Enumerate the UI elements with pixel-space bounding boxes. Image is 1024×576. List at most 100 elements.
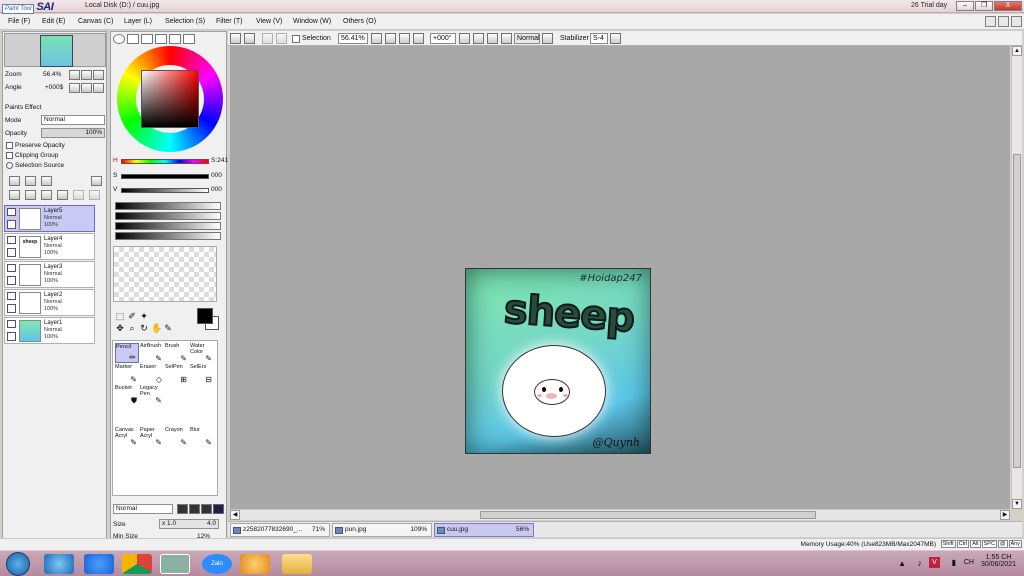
mdi-close-button[interactable] bbox=[1011, 16, 1022, 27]
transfer-down-icon[interactable] bbox=[9, 190, 20, 200]
language-indicator[interactable]: CH bbox=[964, 559, 974, 566]
layer-options-icon[interactable] bbox=[91, 176, 102, 186]
brush-paper-acryl[interactable]: Paper Acryl ✎ bbox=[140, 427, 164, 447]
color-wheel-tab-icon[interactable] bbox=[113, 34, 125, 44]
menu-selection[interactable]: Selection (S) bbox=[165, 18, 205, 25]
intermediate-color-bar[interactable] bbox=[115, 232, 221, 240]
vivaldi-tray-icon[interactable]: V bbox=[929, 557, 940, 568]
brush-shape-4-icon[interactable] bbox=[213, 504, 224, 514]
document-tab-active[interactable]: cuu.jpg 56% bbox=[434, 523, 534, 537]
invert-selection-icon[interactable] bbox=[276, 33, 287, 44]
document-tab[interactable]: pun.jpg 109% bbox=[332, 523, 432, 537]
zoom-reset-button[interactable] bbox=[93, 70, 104, 80]
menu-view[interactable]: View (V) bbox=[256, 18, 282, 25]
new-layer-icon[interactable] bbox=[9, 176, 20, 186]
saturation-slider[interactable] bbox=[121, 174, 209, 179]
file-explorer-icon[interactable] bbox=[282, 554, 312, 574]
layer-item[interactable]: Layer2 Normal 100% bbox=[4, 289, 95, 316]
clear-layer-icon[interactable] bbox=[41, 190, 52, 200]
brush-selers[interactable]: SelErs ⊟ bbox=[190, 364, 214, 384]
brush-shape-3-icon[interactable] bbox=[201, 504, 212, 514]
layer-lock-icon[interactable] bbox=[7, 332, 16, 341]
zoom-out-button[interactable] bbox=[69, 70, 80, 80]
hsv-slider-tab-icon[interactable] bbox=[141, 34, 153, 44]
rect-select-icon[interactable]: ⬚ bbox=[115, 311, 125, 321]
zoom-app-icon[interactable] bbox=[84, 554, 114, 574]
brush-crayon[interactable]: Crayon ✎ bbox=[165, 427, 189, 447]
intermediate-color-bar[interactable] bbox=[115, 212, 221, 220]
layer-item[interactable]: Layer5 Normal 100% bbox=[4, 205, 95, 232]
blend-options-icon[interactable] bbox=[542, 33, 553, 44]
preserve-opacity-checkbox[interactable]: Preserve Opacity bbox=[6, 142, 65, 149]
stabilizer-select[interactable]: S-4 bbox=[590, 33, 608, 44]
new-folder-icon[interactable] bbox=[41, 176, 52, 186]
rotate-reset-button[interactable] bbox=[93, 83, 104, 93]
mdi-restore-button[interactable] bbox=[998, 16, 1009, 27]
zoom-fit-icon[interactable] bbox=[399, 33, 410, 44]
stabilizer-dropdown-icon[interactable] bbox=[610, 33, 621, 44]
redo-icon[interactable] bbox=[244, 33, 255, 44]
layer-lock-icon[interactable] bbox=[7, 304, 16, 313]
rotate-icon[interactable]: ↻ bbox=[139, 323, 149, 333]
rotate-left-icon[interactable] bbox=[459, 33, 470, 44]
visibility-eye-icon[interactable] bbox=[7, 264, 16, 272]
apply-mask-icon[interactable] bbox=[89, 190, 100, 200]
rotation-field[interactable]: +000° bbox=[430, 33, 456, 44]
brush-legacy-pen[interactable]: Legacy Pen ✎ bbox=[140, 385, 164, 405]
chrome-icon[interactable] bbox=[122, 554, 152, 574]
navigator-thumbnail[interactable] bbox=[4, 33, 106, 67]
menu-others[interactable]: Others (O) bbox=[343, 18, 376, 25]
paint-icon[interactable] bbox=[240, 554, 270, 574]
scratchpad[interactable] bbox=[113, 246, 217, 302]
scroll-up-icon[interactable]: ▲ bbox=[1012, 46, 1022, 56]
selection-checkbox[interactable] bbox=[292, 35, 300, 43]
canvas-area[interactable]: #Hoidap247 sheep @Quynh bbox=[230, 46, 1010, 509]
rotate-right-icon[interactable] bbox=[473, 33, 484, 44]
size-slider[interactable]: x 1.0 4.0 bbox=[159, 519, 219, 529]
minimize-button[interactable]: – bbox=[956, 1, 974, 11]
intermediate-color-bar[interactable] bbox=[115, 222, 221, 230]
menu-window[interactable]: Window (W) bbox=[293, 18, 331, 25]
system-clock[interactable]: 1:55 CH 30/06/2021 bbox=[981, 554, 1016, 568]
color-mixer-tab-icon[interactable] bbox=[155, 34, 167, 44]
zoom-out-icon[interactable] bbox=[371, 33, 382, 44]
maximize-button[interactable]: ❐ bbox=[975, 1, 993, 11]
horizontal-scroll-thumb[interactable] bbox=[480, 511, 816, 519]
paint-tool-sai-icon[interactable] bbox=[160, 554, 190, 574]
brush-blend-select[interactable]: Normal bbox=[113, 504, 173, 514]
volume-icon[interactable]: ♪ bbox=[918, 558, 923, 568]
merge-down-icon[interactable] bbox=[25, 190, 36, 200]
hue-slider-row[interactable]: H S:241 bbox=[113, 157, 228, 166]
hand-icon[interactable]: ✋ bbox=[151, 323, 162, 333]
menu-canvas[interactable]: Canvas (C) bbox=[78, 18, 113, 25]
vertical-scroll-thumb[interactable] bbox=[1013, 154, 1021, 468]
layer-item[interactable]: sheep Layer4 Normal 100% bbox=[4, 233, 95, 260]
mdi-minimize-button[interactable] bbox=[985, 16, 996, 27]
menu-filter[interactable]: Filter (T) bbox=[216, 18, 242, 25]
saturation-value-box[interactable] bbox=[141, 70, 199, 128]
zoom-icon[interactable]: ⌕ bbox=[127, 323, 137, 333]
opacity-slider[interactable]: 100% bbox=[41, 128, 105, 138]
scroll-right-icon[interactable]: ▶ bbox=[1000, 510, 1010, 520]
brush-eraser[interactable]: Eraser ◇ bbox=[140, 364, 164, 384]
zalo-icon[interactable]: Zalo bbox=[202, 554, 232, 574]
layer-lock-icon[interactable] bbox=[7, 220, 16, 229]
foreground-color-swatch[interactable] bbox=[197, 308, 213, 324]
brush-blur[interactable]: Blur ✎ bbox=[190, 427, 214, 447]
rotate-reset-icon[interactable] bbox=[487, 33, 498, 44]
zoom-reset-icon[interactable] bbox=[413, 33, 424, 44]
value-slider-row[interactable]: V 000 bbox=[113, 186, 225, 195]
brush-canvas-acryl[interactable]: Canvas Acryl ✎ bbox=[115, 427, 139, 447]
zoom-in-icon[interactable] bbox=[385, 33, 396, 44]
clipping-group-checkbox[interactable]: Clipping Group bbox=[6, 152, 58, 159]
close-button[interactable]: X bbox=[994, 1, 1022, 11]
brush-shape-2-icon[interactable] bbox=[189, 504, 200, 514]
selection-source-checkbox[interactable]: Selection Source bbox=[6, 162, 64, 169]
tray-arrow-icon[interactable]: ▲ bbox=[898, 559, 906, 568]
swatches-tab-icon[interactable] bbox=[169, 34, 181, 44]
document-tab[interactable]: z2582077832690_... 71% bbox=[230, 523, 330, 537]
rgb-slider-tab-icon[interactable] bbox=[127, 34, 139, 44]
network-icon[interactable]: ▮ bbox=[952, 558, 956, 567]
delete-layer-icon[interactable] bbox=[57, 190, 68, 200]
artwork-canvas[interactable]: #Hoidap247 sheep @Quynh bbox=[465, 268, 651, 454]
